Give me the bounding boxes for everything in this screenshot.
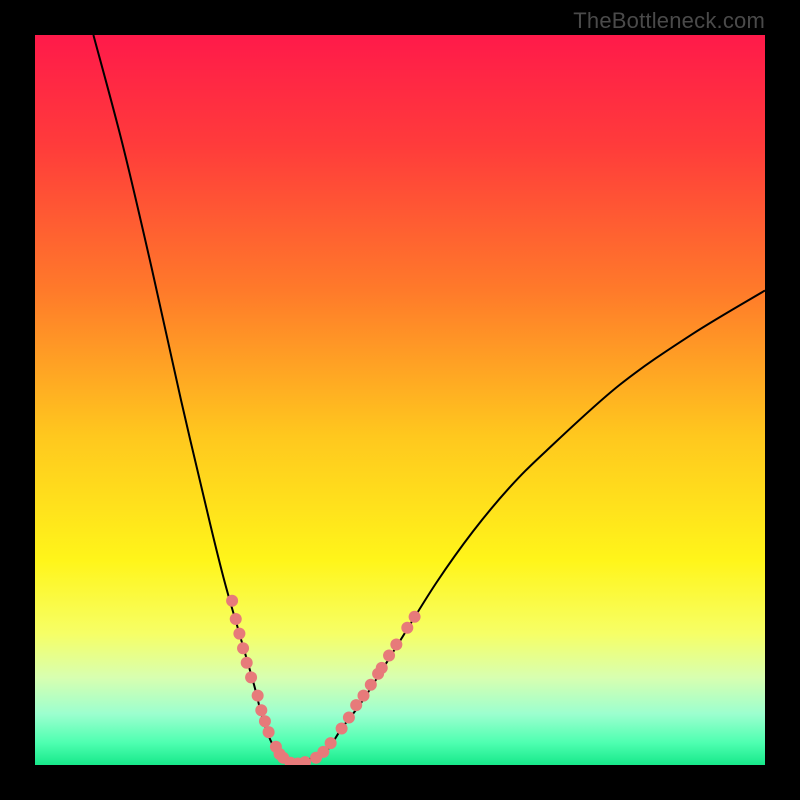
dot bbox=[299, 756, 311, 765]
bottleneck-curve bbox=[93, 35, 765, 765]
dot bbox=[226, 595, 238, 607]
dot bbox=[325, 737, 337, 749]
dot bbox=[252, 690, 264, 702]
chart-container: TheBottleneck.com bbox=[0, 0, 800, 800]
highlight-dots bbox=[226, 595, 421, 765]
dot bbox=[336, 723, 348, 735]
dot bbox=[230, 613, 242, 625]
dot bbox=[365, 679, 377, 691]
dot bbox=[390, 639, 402, 651]
dot bbox=[343, 712, 355, 724]
dot bbox=[358, 690, 370, 702]
curve-layer bbox=[35, 35, 765, 765]
dot bbox=[245, 671, 257, 683]
watermark-text: TheBottleneck.com bbox=[573, 8, 765, 34]
plot-area bbox=[35, 35, 765, 765]
dot bbox=[241, 657, 253, 669]
dot bbox=[350, 699, 362, 711]
dot bbox=[376, 662, 388, 674]
dot bbox=[409, 611, 421, 623]
dot bbox=[401, 622, 413, 634]
dot bbox=[255, 704, 267, 716]
dot bbox=[263, 726, 275, 738]
dot bbox=[259, 715, 271, 727]
dot bbox=[383, 650, 395, 662]
dot bbox=[233, 628, 245, 640]
dot bbox=[237, 642, 249, 654]
